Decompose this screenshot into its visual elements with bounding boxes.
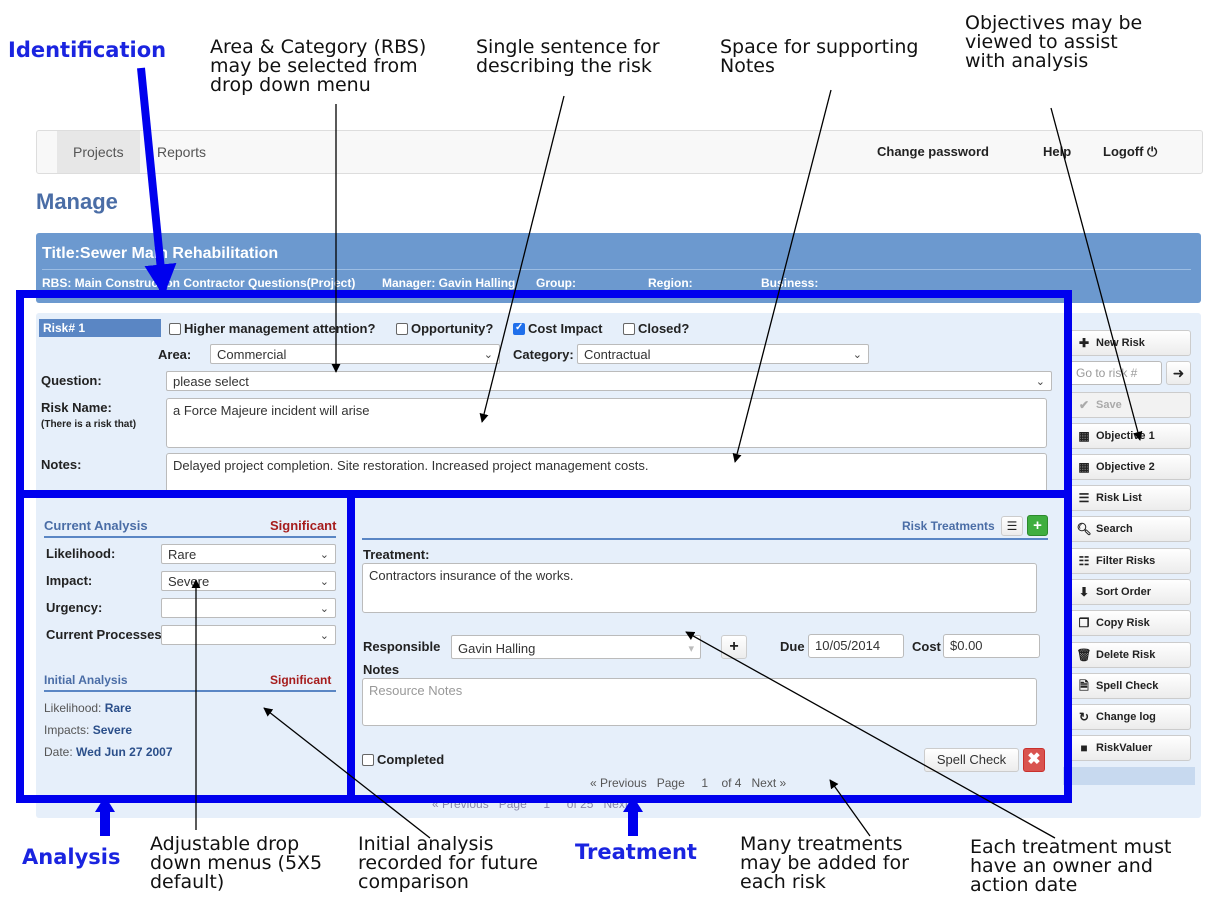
initial-analysis-note: Initial analysis recorded for future com… [358,833,538,893]
identification-label: Identification [8,38,167,62]
objectives-note: Objectives may be viewed to assist with … [965,12,1143,72]
owner-date-note: Each treatment must have an owner and ac… [970,836,1172,896]
area-category-note: Area & Category (RBS) may be selected fr… [210,36,427,96]
many-treatments-note: Many treatments may be added for each ri… [740,833,909,893]
adjustable-note: Adjustable drop down menus (5X5 default) [150,833,323,893]
annotation-lines [95,67,1143,839]
supporting-notes-note: Space for supporting Notes [720,36,919,77]
analysis-label: Analysis [22,845,121,869]
single-sentence-note: Single sentence for describing the risk [476,36,660,77]
treatment-label-annot: Treatment [575,840,697,864]
